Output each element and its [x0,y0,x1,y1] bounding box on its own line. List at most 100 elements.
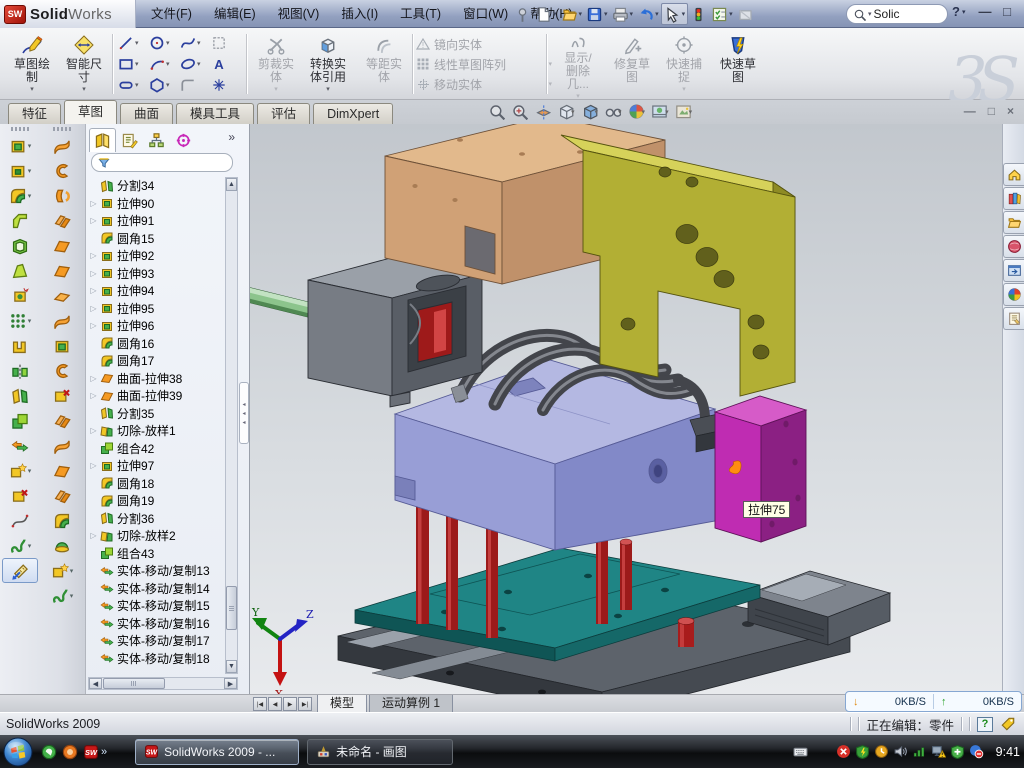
menu-item-3[interactable]: 插入(I) [330,3,389,25]
tree-item-2[interactable]: ▷拉伸91 [88,212,224,230]
command-tab-4[interactable]: 评估 [257,103,310,124]
undo-button[interactable]: ▾ [635,3,661,25]
instant3d-button[interactable] [2,558,38,583]
dimxpertmanager-tab-tab[interactable] [170,128,197,152]
next-tab-button[interactable]: ▶ [283,697,297,711]
custom-properties-tab[interactable] [1003,307,1024,330]
tree-item-27[interactable]: 实体-移动/复制18 [88,650,224,668]
tree-item-22[interactable]: 实体-移动/复制13 [88,562,224,580]
line-tool-button[interactable]: ▾ [118,32,148,53]
view-settings-button[interactable]: ▾ [675,103,693,120]
offset-surface-button[interactable] [44,258,80,283]
trim-button[interactable]: 剪裁实体▾ [250,31,302,97]
move-copy-body-button[interactable] [2,433,38,458]
command-tab-2[interactable]: 曲面 [120,103,173,124]
view-palette-tab[interactable] [1003,259,1024,282]
dome-button[interactable] [44,533,80,558]
curve-button[interactable] [2,508,38,533]
tree-item-0[interactable]: 分割34 [88,177,224,195]
zoom-fit-button[interactable] [488,103,505,120]
ellipse-tool-button[interactable]: ▾ [180,53,210,74]
antivirus-shield-icon[interactable] [855,744,870,759]
hole-wizard-button[interactable] [2,283,38,308]
rib-button[interactable] [2,333,38,358]
expand-arrow[interactable]: ▷ [88,269,99,278]
command-tab-0[interactable]: 特征 [8,103,61,124]
update-clock-icon[interactable] [874,744,889,759]
convert-button[interactable]: 转换实体引用▾ [302,31,354,97]
expand-arrow[interactable]: ▷ [88,374,99,383]
configurationmanager-tab-tab[interactable] [143,128,170,152]
view-orientation-button[interactable]: ▾ [557,103,575,120]
select-region-button[interactable] [211,32,241,53]
sketch-fillet-button[interactable] [180,74,210,95]
appearances-scenes-tab[interactable] [1003,283,1024,306]
tree-item-26[interactable]: 实体-移动/复制17 [88,632,224,650]
doc-minimize-button[interactable]: — [964,104,976,118]
insert-part-button[interactable]: ▾ [2,458,38,483]
menu-item-4[interactable]: 工具(T) [389,3,452,25]
panel-overflow-chevron[interactable]: » [228,130,235,144]
arc-tool-button[interactable]: ▾ [149,53,179,74]
stack-button-1[interactable]: 线性草图阵列▾ [416,54,552,74]
scroll-right-button[interactable]: ▶ [224,678,237,689]
tree-item-16[interactable]: ▷拉伸97 [88,457,224,475]
planar-surface-button[interactable] [44,283,80,308]
search-input[interactable]: ▾ Solic [846,4,948,24]
tree-item-12[interactable]: ▷曲面-拉伸39 [88,387,224,405]
menu-item-0[interactable]: 文件(F) [140,3,203,25]
lofted-surface-button[interactable] [44,208,80,233]
section-view-button[interactable] [534,103,551,120]
quicklaunch-overflow-chevron[interactable]: » [101,746,107,758]
dim-button[interactable]: 智能尺寸▾ [58,31,110,97]
extruded-cut-button[interactable]: ▾ [2,158,38,183]
messenger-icon[interactable] [41,744,57,760]
tree-item-25[interactable]: 实体-移动/复制16 [88,615,224,633]
patch-surface-button[interactable] [44,433,80,458]
solidworks-quicklaunch-icon[interactable]: SW [83,744,99,760]
tree-item-5[interactable]: ▷拉伸93 [88,265,224,283]
shell-button[interactable] [2,233,38,258]
expand-arrow[interactable]: ▷ [88,426,99,435]
tree-item-15[interactable]: 组合42 [88,440,224,458]
document-tab-0[interactable]: 模型 [317,695,367,713]
appearance-swatch-button[interactable] [735,3,756,25]
display-style-button[interactable]: ▾ [581,103,599,120]
tree-item-23[interactable]: 实体-移动/复制14 [88,580,224,598]
expand-arrow[interactable]: ▷ [88,391,99,400]
save-button[interactable]: ▾ [584,3,610,25]
doc-close-button[interactable]: × [1007,104,1014,118]
tags-icon[interactable] [1000,716,1016,732]
split-button[interactable] [2,383,38,408]
security-alert-icon[interactable] [836,744,851,759]
menu-item-2[interactable]: 视图(V) [267,3,331,25]
signal-icon[interactable] [912,744,927,759]
restore-button[interactable]: □ [1000,4,1014,19]
tree-item-9[interactable]: 圆角16 [88,335,224,353]
circle-tool-button[interactable]: ▾ [149,32,179,53]
tree-item-7[interactable]: ▷拉伸95 [88,300,224,318]
doc-restore-button[interactable]: □ [988,104,995,118]
tree-item-4[interactable]: ▷拉伸92 [88,247,224,265]
print-button[interactable]: ▾ [610,3,636,25]
graphics-viewport[interactable]: Y Z X 拉伸75 [250,124,1002,694]
keyboard-layout-icon[interactable] [793,744,808,759]
scroll-thumb[interactable] [226,586,237,630]
tree-item-11[interactable]: ▷曲面-拉伸38 [88,370,224,388]
tree-item-14[interactable]: ▷切除-放样1 [88,422,224,440]
scroll-down-button[interactable]: ▼ [226,660,237,673]
document-tab-1[interactable]: 运动算例 1 [369,695,453,713]
zoom-area-button[interactable] [511,103,528,120]
previous-tab-button[interactable]: ◀ [268,697,282,711]
delete-body-button[interactable] [2,483,38,508]
rectangle-tool-button[interactable]: ▾ [118,53,148,74]
expand-arrow[interactable]: ▷ [88,461,99,470]
spline-button[interactable]: ▾ [2,533,38,558]
spline-tool-button[interactable]: ▾ [180,32,210,53]
mirror-button[interactable] [2,358,38,383]
start-button[interactable] [3,737,33,767]
tree-item-17[interactable]: 圆角18 [88,475,224,493]
tree-horizontal-scrollbar[interactable]: ◀ ▶ [88,677,238,690]
delete-face-button[interactable] [44,383,80,408]
tree-item-19[interactable]: 分割36 [88,510,224,528]
